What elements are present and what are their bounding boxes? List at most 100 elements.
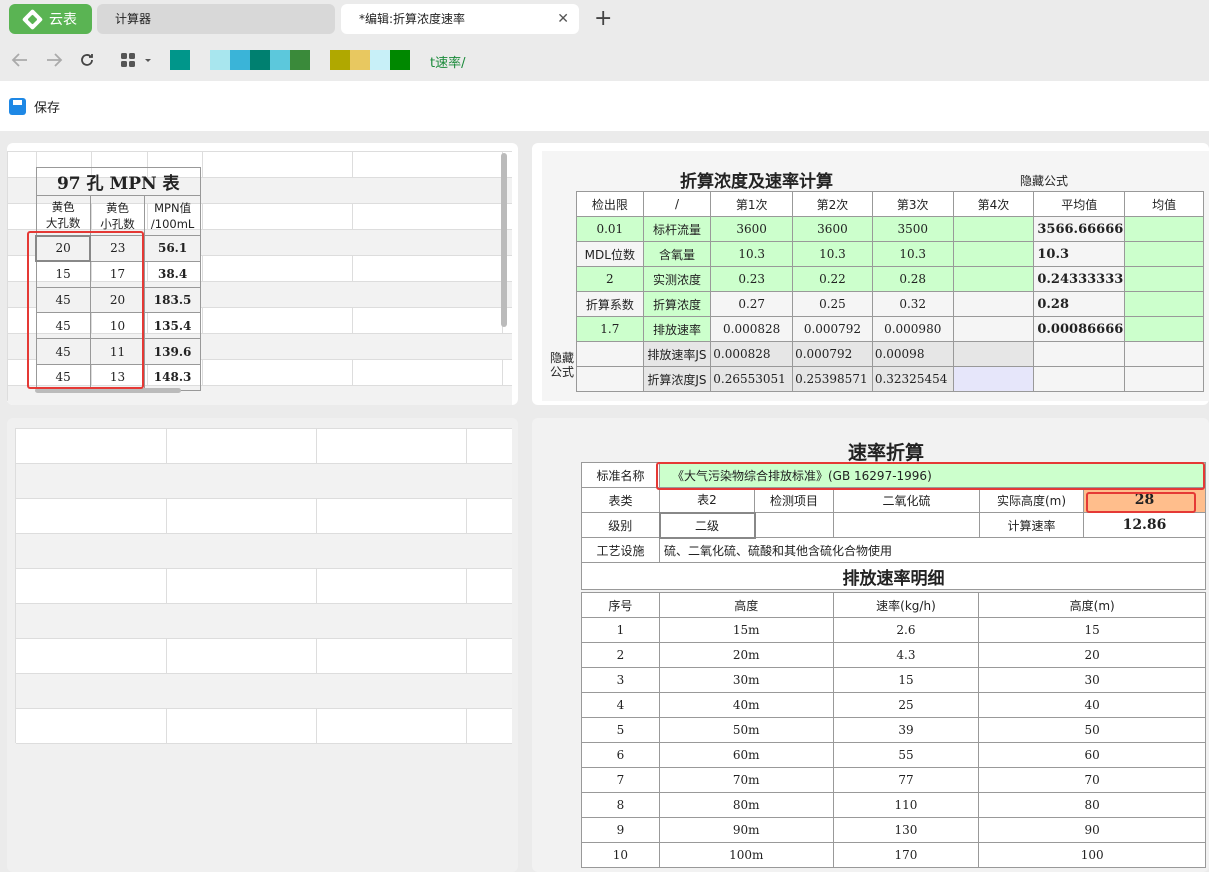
data-cell[interactable]: 10.3 [871, 241, 954, 267]
data-cell[interactable] [952, 291, 1035, 317]
data-cell[interactable] [1124, 216, 1204, 242]
height-cell[interactable]: 90m [658, 817, 834, 843]
level-value[interactable]: 二级 [658, 511, 756, 539]
rate-cell[interactable]: 25 [832, 692, 980, 718]
height-m-cell[interactable]: 40 [978, 692, 1206, 718]
mpn-value-cell[interactable]: 38.4 [144, 260, 201, 288]
height-m-cell[interactable]: 100 [978, 842, 1206, 868]
bookmark-swatch[interactable] [330, 50, 350, 70]
data-cell[interactable]: 3500 [871, 216, 954, 242]
data-cell[interactable]: 0.24333333 [1033, 266, 1126, 292]
index-cell[interactable]: 7 [581, 767, 660, 793]
rate-cell[interactable]: 39 [832, 717, 980, 743]
height-cell[interactable]: 100m [658, 842, 834, 868]
data-cell[interactable]: 0.000980 [871, 316, 954, 342]
data-cell[interactable]: 3600 [710, 216, 794, 242]
rate-cell[interactable]: 15 [832, 667, 980, 693]
height-m-cell[interactable]: 15 [978, 617, 1206, 643]
mpn-value-cell[interactable]: 56.1 [144, 235, 201, 262]
data-cell[interactable]: 10.3 [710, 241, 794, 267]
data-cell[interactable]: 3600 [792, 216, 873, 242]
height-cell[interactable]: 80m [658, 792, 834, 818]
data-cell[interactable]: 0.28 [1033, 291, 1126, 317]
data-cell[interactable]: 10.3 [792, 241, 873, 267]
mpn-value-cell[interactable]: 135.4 [144, 312, 201, 340]
bookmark-swatch[interactable] [350, 50, 370, 70]
data-cell[interactable]: 10.3 [1033, 241, 1126, 267]
item-value[interactable]: 二氧化硫 [833, 487, 980, 513]
small-holes-cell[interactable]: 20 [89, 286, 146, 314]
data-cell[interactable] [952, 266, 1035, 292]
height-cell[interactable]: 15m [658, 617, 834, 643]
data-cell[interactable] [952, 341, 1035, 367]
index-cell[interactable]: 9 [581, 817, 660, 843]
data-cell[interactable] [1124, 241, 1204, 267]
data-cell[interactable] [1124, 316, 1204, 342]
data-cell[interactable]: 0.22 [792, 266, 873, 292]
index-cell[interactable]: 3 [581, 667, 660, 693]
height-cell[interactable]: 40m [658, 692, 834, 718]
rate-cell[interactable]: 2.6 [832, 617, 980, 643]
height-cell[interactable]: 30m [658, 667, 834, 693]
save-button[interactable]: 保存 [9, 97, 60, 116]
big-holes-cell[interactable]: 20 [34, 234, 92, 263]
data-cell[interactable]: 3566.66666 [1033, 216, 1126, 242]
tab-calculator[interactable]: 计算器 [97, 4, 335, 34]
tab-edit[interactable]: *编辑:折算浓度速率 ✕ [341, 4, 579, 34]
data-cell[interactable] [1124, 266, 1204, 292]
height-cell[interactable]: 50m [658, 717, 834, 743]
data-cell[interactable]: 0.28 [871, 266, 954, 292]
process-value[interactable]: 硫、二氧化硫、硫酸和其他含硫化合物使用 [659, 537, 1206, 563]
rate-cell[interactable]: 170 [832, 842, 980, 868]
bookmark-swatch[interactable] [370, 50, 390, 70]
height-m-cell[interactable]: 90 [978, 817, 1206, 843]
index-cell[interactable]: 10 [581, 842, 660, 868]
data-cell[interactable]: 0.000792 [792, 341, 873, 367]
bookmark-swatch[interactable] [210, 50, 230, 70]
data-cell[interactable] [952, 316, 1035, 342]
rate-cell[interactable]: 130 [832, 817, 980, 843]
std-value[interactable]: 《大气污染物综合排放标准》(GB 16297-1996) [659, 462, 1206, 488]
index-cell[interactable]: 1 [581, 617, 660, 643]
height-cell[interactable]: 70m [658, 767, 834, 793]
data-cell[interactable]: 0.000792 [792, 316, 873, 342]
height-m-cell[interactable]: 70 [978, 767, 1206, 793]
rate-cell[interactable]: 55 [832, 742, 980, 768]
apps-icon[interactable] [120, 52, 154, 68]
small-holes-cell[interactable]: 23 [89, 235, 146, 262]
rate-cell[interactable]: 110 [832, 792, 980, 818]
big-holes-cell[interactable]: 45 [35, 286, 91, 314]
data-cell[interactable]: 0.00086666 [1033, 316, 1126, 342]
height-m-cell[interactable]: 80 [978, 792, 1206, 818]
data-cell[interactable] [1124, 366, 1204, 392]
horizontal-scrollbar[interactable] [35, 388, 181, 393]
index-cell[interactable]: 6 [581, 742, 660, 768]
data-cell[interactable]: 0.000828 [710, 341, 794, 367]
mpn-value-cell[interactable]: 139.6 [144, 338, 201, 365]
data-cell[interactable] [952, 241, 1035, 267]
bookmark-swatch[interactable] [250, 50, 270, 70]
height-cell[interactable]: 20m [658, 642, 834, 668]
small-holes-cell[interactable]: 11 [89, 338, 146, 365]
back-icon[interactable] [10, 51, 30, 69]
height-m-cell[interactable]: 60 [978, 742, 1206, 768]
data-cell[interactable]: 0.27 [710, 291, 794, 317]
big-holes-cell[interactable]: 45 [35, 312, 91, 340]
big-holes-cell[interactable]: 15 [35, 260, 91, 288]
data-cell[interactable] [1124, 341, 1204, 367]
index-cell[interactable]: 4 [581, 692, 660, 718]
index-cell[interactable]: 2 [581, 642, 660, 668]
data-cell[interactable] [952, 216, 1035, 242]
index-cell[interactable]: 8 [581, 792, 660, 818]
small-holes-cell[interactable]: 17 [89, 260, 146, 288]
data-cell[interactable]: 0.32325454 [871, 366, 954, 392]
mpn-value-cell[interactable]: 148.3 [144, 363, 201, 391]
big-holes-cell[interactable]: 45 [35, 338, 91, 365]
rate-cell[interactable]: 77 [832, 767, 980, 793]
rate-cell[interactable]: 4.3 [832, 642, 980, 668]
bookmark-swatch[interactable] [170, 50, 190, 70]
data-cell[interactable]: 0.25 [792, 291, 873, 317]
data-cell[interactable] [952, 366, 1035, 392]
data-cell[interactable]: 0.32 [871, 291, 954, 317]
vertical-scrollbar[interactable] [501, 153, 507, 327]
